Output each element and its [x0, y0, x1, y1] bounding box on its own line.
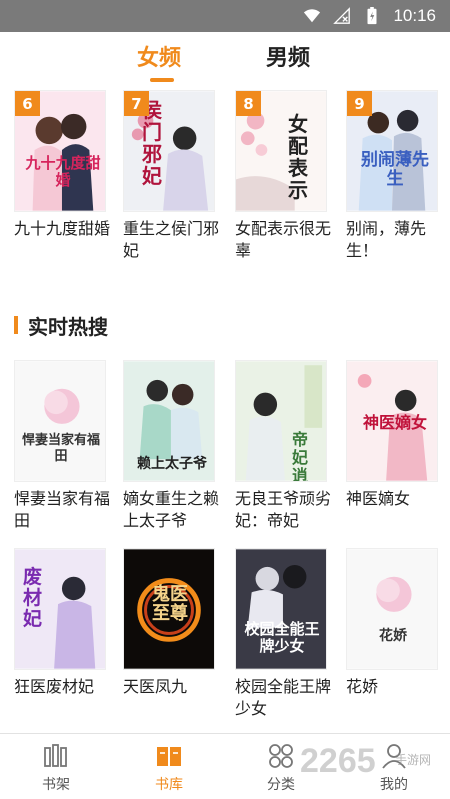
battery-icon — [367, 7, 377, 25]
clock: 10:16 — [393, 6, 436, 25]
watermark-logo: 2265 — [300, 742, 376, 780]
bottom-nav: 书架 书库 分类 我的 — [0, 733, 450, 799]
hot-book-card-4[interactable]: 神医嫡女 神医嫡女 — [346, 360, 438, 510]
book-title: 别闹，薄先生！ — [346, 219, 427, 260]
hot-book-card-6[interactable]: 鬼医至尊 天医凤九 — [123, 548, 215, 698]
hot-book-card-5[interactable]: 废材妃 狂医废材妃 — [14, 548, 106, 698]
book-title: 女配表示很无辜 — [235, 219, 332, 260]
nav-library[interactable]: 书库 — [139, 742, 199, 794]
cover-title: 鬼医至尊 — [152, 584, 188, 624]
section-title: 实时热搜 — [28, 314, 108, 339]
book-card-2[interactable]: 侯门邪妃 7 重生之侯门邪妃 — [123, 90, 219, 262]
status-bar: 10:16 — [0, 0, 450, 32]
cover-title: 帝妃逍遥 — [292, 430, 309, 482]
nav-shelf[interactable]: 书架 — [26, 742, 86, 794]
bookshelf-icon — [44, 744, 67, 767]
book-title: 悍妻当家有福田 — [14, 489, 111, 530]
book-title: 校园全能王牌少女 — [235, 677, 332, 718]
cover-title: 九十九度甜婚 — [25, 154, 101, 189]
book-cover[interactable]: 花娇 — [346, 548, 438, 670]
book-card-3[interactable]: 女配表示 8 女配表示很无辜 — [235, 90, 331, 262]
signal-icon — [333, 7, 351, 24]
book-cover[interactable]: 校园全能王牌少女 — [235, 548, 327, 670]
book-title: 重生之侯门邪妃 — [123, 219, 220, 260]
cover-title: 悍妻当家有福田 — [21, 433, 100, 464]
book-cover[interactable]: 九十九度甜婚 6 — [14, 90, 106, 212]
cover-title: 神医嫡女 — [362, 413, 427, 432]
book-title: 神医嫡女 — [346, 489, 411, 508]
book-title: 九十九度甜婚 — [14, 219, 111, 238]
book-title: 天医凤九 — [123, 677, 188, 696]
tab-female[interactable]: 女频 — [137, 40, 181, 72]
book-cover[interactable]: 帝妃逍遥 — [235, 360, 327, 482]
book-cover[interactable]: 鬼医至尊 — [123, 548, 215, 670]
cover-placeholder-logo — [347, 549, 437, 669]
wifi-icon — [304, 9, 321, 23]
book-cover[interactable]: 别闹薄先生 9 — [346, 90, 438, 212]
rank-badge: 9 — [347, 91, 372, 116]
category-icon — [269, 744, 293, 768]
hot-book-card-3[interactable]: 帝妃逍遥 无良王爷顽劣妃：帝妃 — [235, 360, 331, 532]
cover-title: 别闹薄先生 — [361, 150, 429, 189]
cover-title: 花娇 — [379, 628, 407, 644]
rank-badge: 6 — [15, 91, 40, 116]
book-card-4[interactable]: 别闹薄先生 9 别闹，薄先生！ — [346, 90, 438, 262]
book-cover[interactable]: 侯门邪妃 7 — [123, 90, 215, 212]
rank-badge: 7 — [124, 91, 149, 116]
cover-title: 校园全能王牌少女 — [244, 620, 320, 655]
book-cover[interactable]: 女配表示 8 — [235, 90, 327, 212]
cover-title: 赖上太子爷 — [137, 456, 207, 472]
book-cover[interactable]: 废材妃 — [14, 548, 106, 670]
book-card-1[interactable]: 九十九度甜婚 6 九十九度甜婚 — [14, 90, 110, 240]
hot-book-card-7[interactable]: 校园全能王牌少女 校园全能王牌少女 — [235, 548, 331, 720]
book-title: 嫡女重生之赖上太子爷 — [123, 489, 220, 530]
active-tab-indicator — [150, 78, 174, 82]
rank-badge: 8 — [236, 91, 261, 116]
section-accent-bar — [14, 316, 18, 334]
nav-library-label: 书库 — [155, 777, 183, 793]
book-cover[interactable]: 神医嫡女 — [346, 360, 438, 482]
hot-book-card-1[interactable]: 悍妻当家有福田 悍妻当家有福田 — [14, 360, 110, 532]
book-title: 狂医废材妃 — [14, 677, 95, 696]
hot-book-card-8[interactable]: 花娇 花娇 — [346, 548, 438, 698]
watermark-subtitle: 手游网 — [395, 753, 432, 767]
cover-title: 女配表示 — [288, 112, 308, 202]
book-title: 无良王爷顽劣妃：帝妃 — [235, 489, 332, 530]
book-title: 花娇 — [346, 677, 379, 696]
category-tabs: 女频 男频 — [0, 38, 450, 84]
book-cover[interactable]: 悍妻当家有福田 — [14, 360, 106, 482]
cover-title: 废材妃 — [23, 566, 43, 630]
nav-shelf-label: 书架 — [42, 777, 70, 793]
section-header-hot-search: 实时热搜 — [14, 313, 108, 339]
tab-male[interactable]: 男频 — [266, 40, 310, 72]
book-cover[interactable]: 赖上太子爷 — [123, 360, 215, 482]
hot-book-card-2[interactable]: 赖上太子爷 嫡女重生之赖上太子爷 — [123, 360, 219, 532]
open-book-icon — [157, 747, 181, 766]
